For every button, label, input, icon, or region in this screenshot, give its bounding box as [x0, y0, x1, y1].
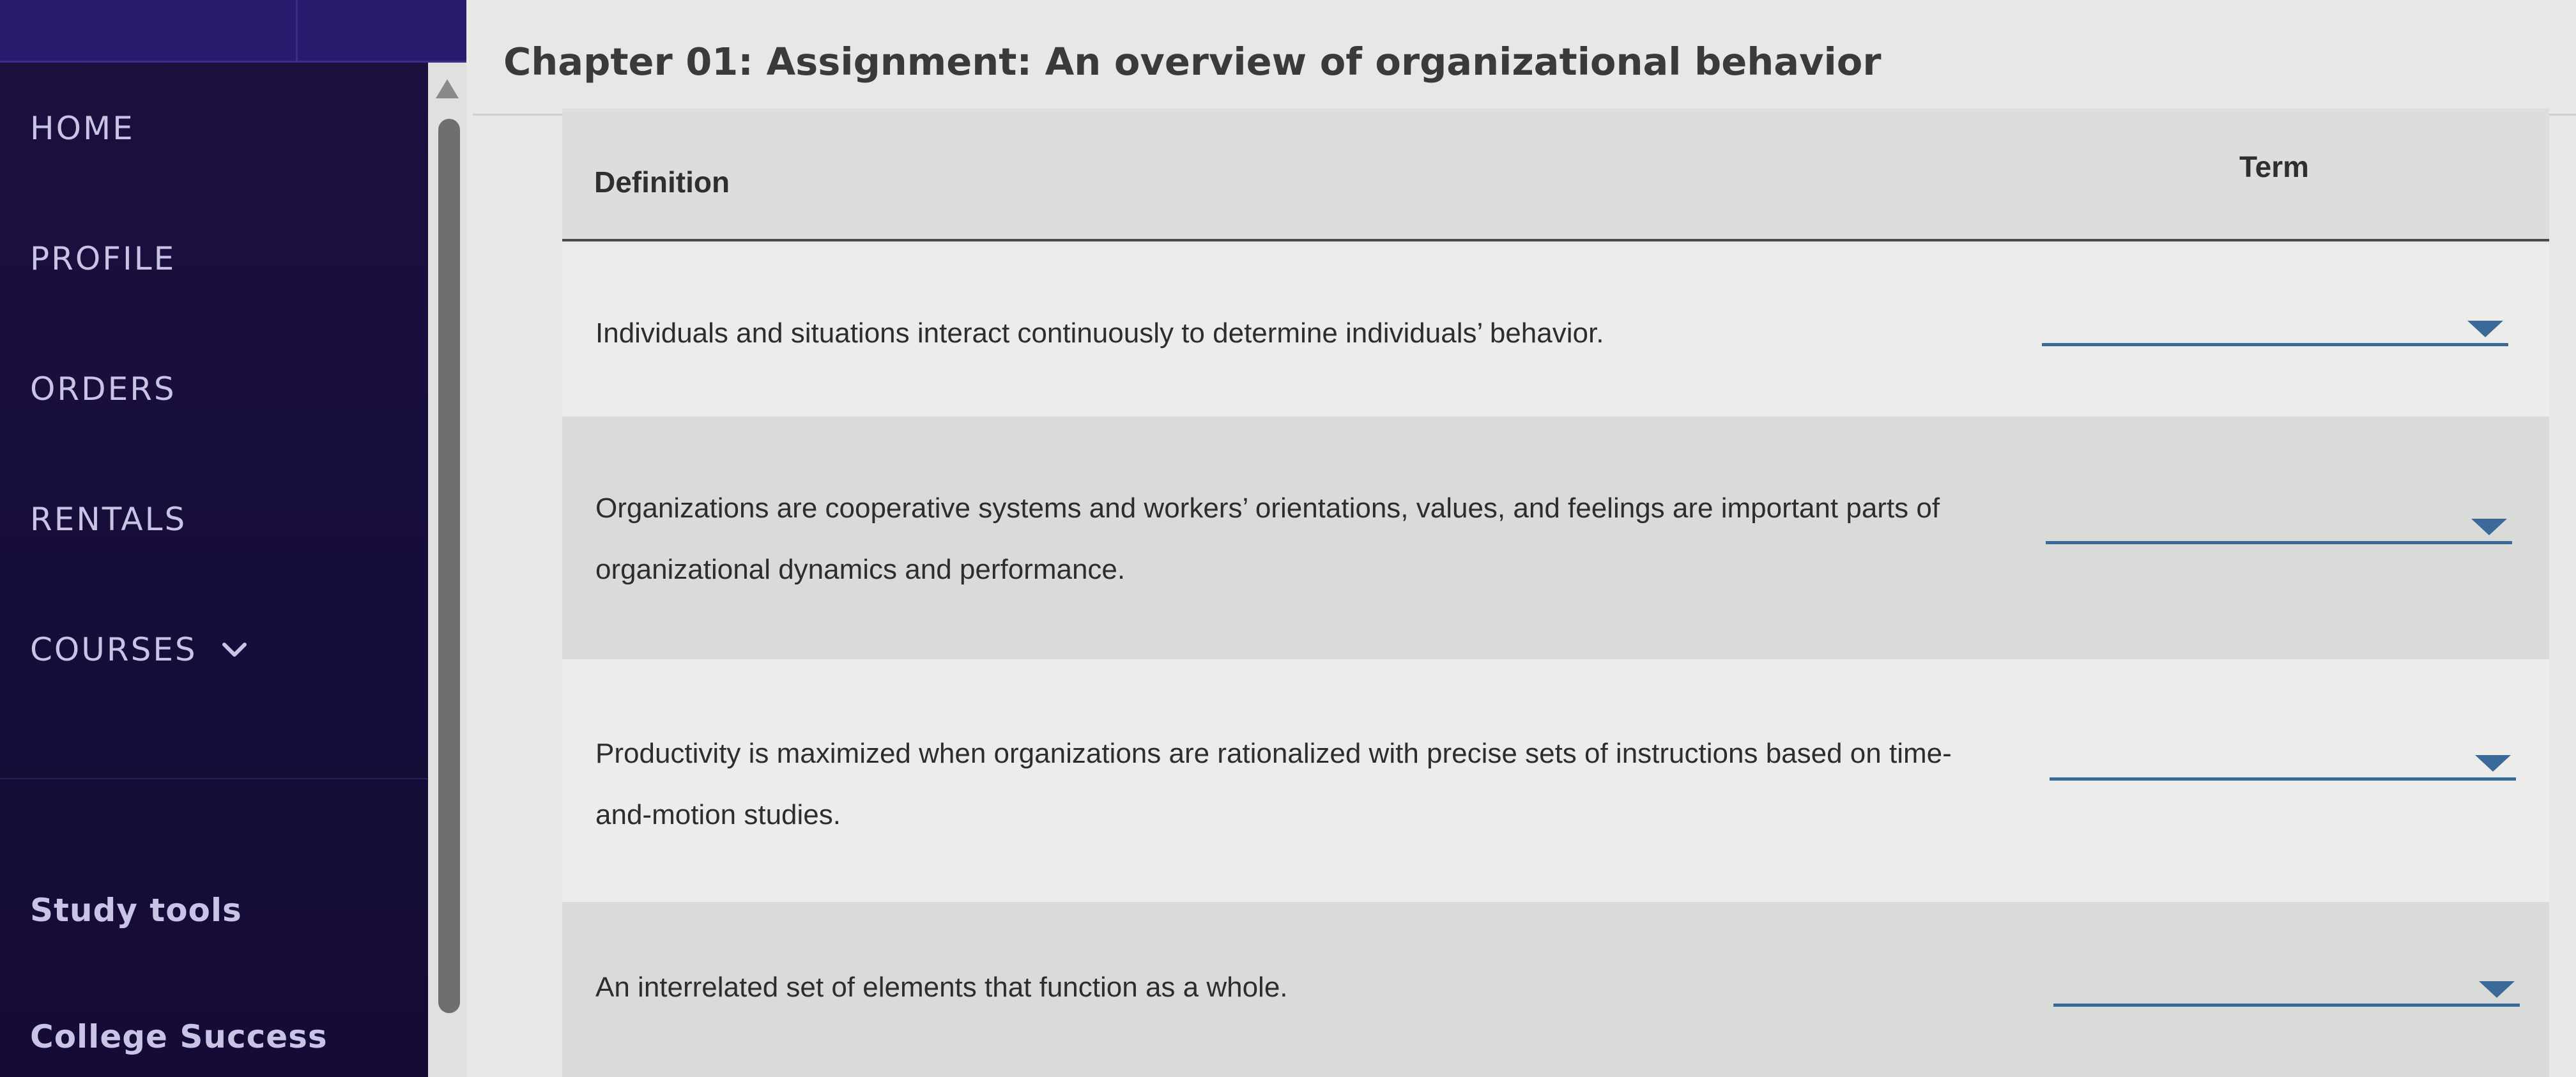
- nav-divider: [0, 778, 428, 779]
- scrollbar-thumb[interactable]: [438, 119, 460, 1013]
- dropdown-underline: [2050, 777, 2516, 781]
- dropdown-underline: [2046, 541, 2512, 544]
- term-dropdown[interactable]: [2046, 506, 2512, 544]
- nav-orders[interactable]: ORDERS: [30, 370, 176, 408]
- sidebar: HOME PROFILE ORDERS RENTALS COURSES Stud…: [0, 0, 428, 1077]
- term-dropdown[interactable]: [2050, 742, 2516, 781]
- table-row: An interrelated set of elements that fun…: [562, 902, 2549, 1077]
- nav-profile[interactable]: PROFILE: [30, 240, 176, 277]
- caret-down-icon[interactable]: [2470, 517, 2508, 537]
- page-title: Chapter 01: Assignment: An overview of o…: [503, 40, 1882, 84]
- triangle-up-icon[interactable]: [434, 78, 460, 100]
- caret-down-icon[interactable]: [2478, 980, 2516, 999]
- nav-courses[interactable]: COURSES: [30, 631, 250, 668]
- column-header-definition: Definition: [594, 165, 730, 199]
- term-dropdown[interactable]: [2042, 308, 2508, 346]
- caret-down-icon[interactable]: [2474, 754, 2512, 773]
- nav-college-success[interactable]: College Success: [30, 1018, 328, 1055]
- caret-down-icon[interactable]: [2466, 319, 2504, 339]
- definition-text: An interrelated set of elements that fun…: [595, 972, 1288, 1003]
- top-bar: [0, 0, 466, 63]
- top-bar-divider: [296, 0, 298, 63]
- matching-table: Definition Term Individuals and situatio…: [562, 109, 2549, 1077]
- definition-text: Productivity is maximized when organizat…: [595, 738, 1952, 830]
- nav-home[interactable]: HOME: [30, 110, 135, 147]
- table-row: Individuals and situations interact cont…: [562, 244, 2549, 416]
- table-header: Definition Term: [562, 109, 2549, 241]
- table-row: Organizations are cooperative systems an…: [562, 416, 2549, 659]
- chevron-down-icon[interactable]: [219, 634, 250, 665]
- nav-courses-label: COURSES: [30, 631, 197, 668]
- dropdown-underline: [2042, 343, 2508, 346]
- nav-rentals[interactable]: RENTALS: [30, 501, 187, 538]
- dropdown-underline: [2053, 1004, 2520, 1007]
- table-row: Productivity is maximized when organizat…: [562, 659, 2549, 902]
- column-header-term: Term: [2239, 150, 2310, 183]
- definition-text: Individuals and situations interact cont…: [595, 317, 1604, 349]
- term-dropdown[interactable]: [2053, 968, 2520, 1007]
- nav-study-tools[interactable]: Study tools: [30, 892, 242, 929]
- definition-text: Organizations are cooperative systems an…: [595, 493, 1940, 585]
